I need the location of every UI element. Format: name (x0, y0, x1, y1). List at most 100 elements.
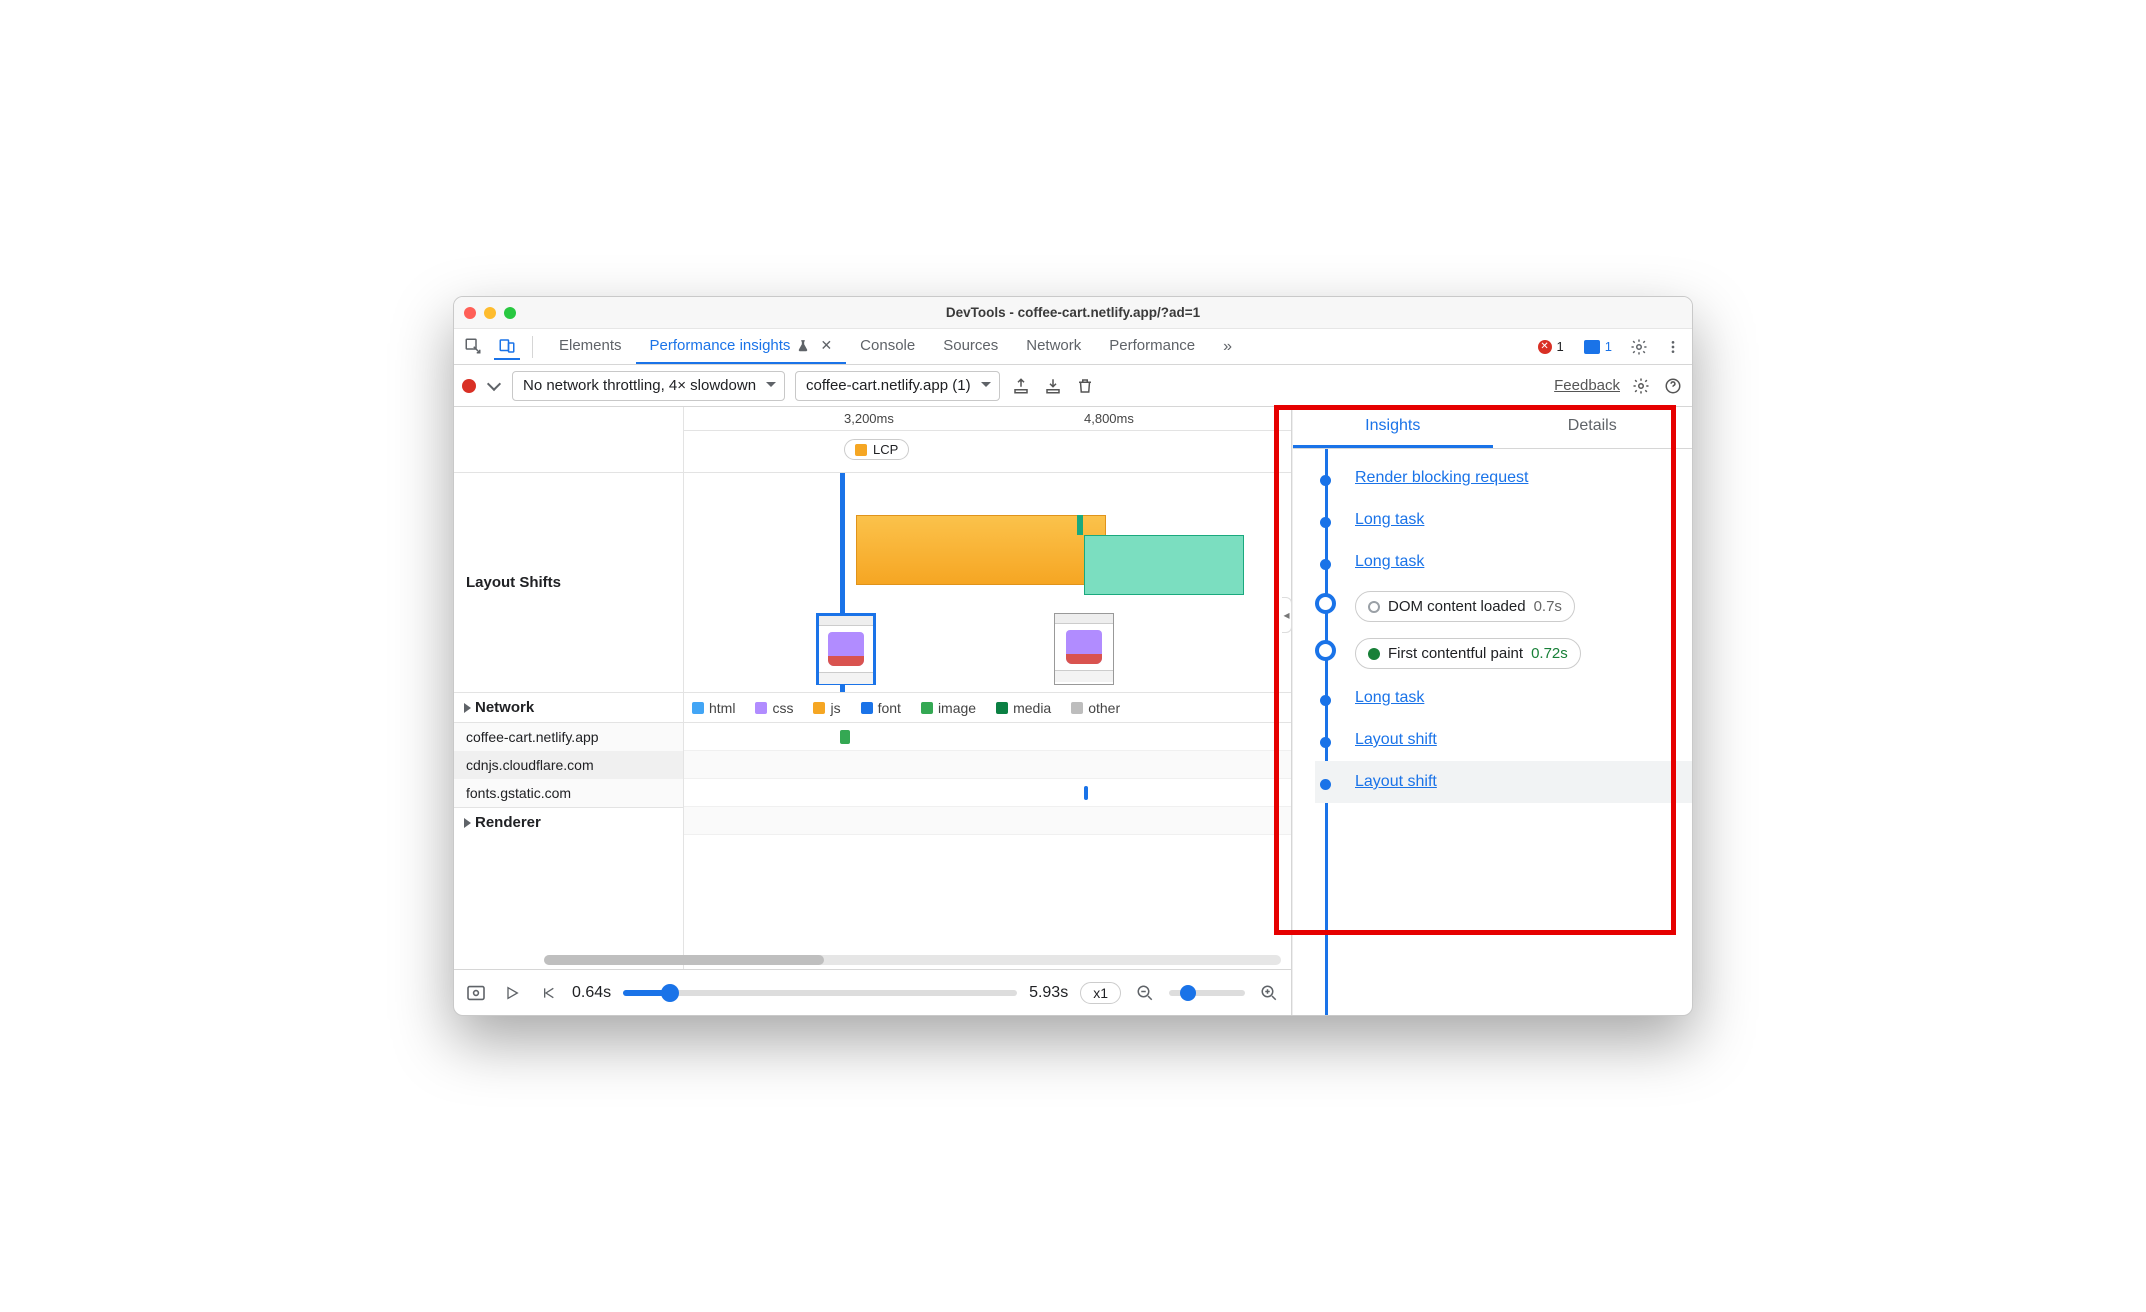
insight-link[interactable]: Long task (1355, 689, 1424, 706)
help-icon[interactable] (1662, 375, 1684, 397)
network-bar[interactable] (1084, 786, 1088, 800)
tab-sources[interactable]: Sources (929, 329, 1012, 364)
delete-icon[interactable] (1074, 375, 1096, 397)
network-host-row[interactable]: coffee-cart.netlify.app (454, 723, 683, 751)
frame-thumb-footer (1055, 670, 1113, 682)
legend-font: font (861, 700, 901, 716)
legend-label: other (1088, 700, 1120, 716)
lcp-color-swatch (855, 444, 867, 456)
horizontal-scrollbar[interactable] (544, 955, 1281, 965)
timeline-area[interactable]: Layout Shifts Network coffee-cart.netlif… (454, 407, 1291, 969)
tab-elements[interactable]: Elements (545, 329, 636, 364)
tab-performance[interactable]: Performance (1095, 329, 1209, 364)
reveal-icon[interactable] (464, 981, 488, 1005)
frame-thumb-footer (819, 672, 873, 684)
insights-tabs: Insights Details (1293, 407, 1692, 449)
zoom-slider[interactable] (1169, 990, 1245, 996)
zoom-level-pill[interactable]: x1 (1080, 982, 1121, 1004)
errors-count: 1 (1557, 339, 1564, 354)
insight-item[interactable]: Long task (1315, 541, 1692, 583)
insight-link[interactable]: Long task (1355, 511, 1424, 528)
zoom-slider-knob[interactable] (1180, 985, 1196, 1001)
legend-js: js (813, 700, 840, 716)
legend-media: media (996, 700, 1051, 716)
scrubber-knob[interactable] (661, 984, 679, 1002)
timeline-span-block[interactable] (1077, 515, 1083, 535)
insight-item[interactable]: Layout shift (1315, 719, 1692, 761)
errors-badge[interactable]: ✕ 1 (1532, 337, 1570, 356)
network-lane[interactable] (684, 779, 1291, 807)
legend-other: other (1071, 700, 1120, 716)
insight-item-selected[interactable]: Layout shift (1315, 761, 1692, 803)
tab-console[interactable]: Console (846, 329, 929, 364)
window-title: DevTools - coffee-cart.netlify.app/?ad=1 (454, 305, 1692, 320)
insight-link[interactable]: Layout shift (1355, 731, 1437, 748)
origin-select[interactable]: coffee-cart.netlify.app (1) (795, 371, 1000, 401)
toolbar-gear-icon[interactable] (1630, 375, 1652, 397)
lcp-span-block[interactable] (856, 515, 1106, 585)
tab-details[interactable]: Details (1493, 407, 1693, 448)
legend-swatch (1071, 702, 1083, 714)
network-bar[interactable] (840, 730, 850, 744)
inspect-element-icon[interactable] (460, 334, 486, 360)
insight-link[interactable]: Render blocking request (1355, 469, 1528, 486)
device-toolbar-icon[interactable] (494, 334, 520, 360)
feedback-link[interactable]: Feedback (1554, 377, 1620, 394)
close-tab-icon[interactable]: ✕ (820, 337, 832, 354)
lcp-chip[interactable]: LCP (844, 439, 909, 460)
network-host-row[interactable]: cdnjs.cloudflare.com (454, 751, 683, 779)
insight-milestone[interactable]: First contentful paint 0.72s (1315, 630, 1692, 677)
layout-shifts-row-label: Layout Shifts (454, 473, 683, 693)
import-icon[interactable] (1042, 375, 1064, 397)
timeline-body[interactable]: s 3,200ms 4,800ms LCP (684, 407, 1291, 969)
go-to-start-icon[interactable] (536, 981, 560, 1005)
messages-badge[interactable]: 1 (1578, 337, 1618, 356)
renderer-lane[interactable] (684, 807, 1291, 835)
record-button[interactable] (462, 379, 476, 393)
tab-network[interactable]: Network (1012, 329, 1095, 364)
disclosure-triangle-icon (464, 703, 471, 713)
record-menu-button[interactable] (486, 383, 502, 389)
network-host-row[interactable]: fonts.gstatic.com (454, 779, 683, 807)
tab-label: Console (860, 337, 915, 354)
insight-milestone[interactable]: DOM content loaded 0.7s (1315, 583, 1692, 630)
insight-link[interactable]: Long task (1355, 553, 1424, 570)
chevron-down-icon (487, 376, 501, 390)
renderer-row-header[interactable]: Renderer (454, 807, 683, 837)
settings-gear-icon[interactable] (1626, 334, 1652, 360)
scrollbar-thumb[interactable] (544, 955, 824, 965)
kebab-menu-icon[interactable] (1660, 334, 1686, 360)
play-icon[interactable] (500, 981, 524, 1005)
insight-item[interactable]: Long task (1315, 677, 1692, 719)
time-ruler: s 3,200ms 4,800ms (684, 407, 1291, 431)
network-legend: html css js font image media other (684, 693, 1291, 723)
timeline-span-block[interactable] (1084, 535, 1244, 595)
legend-swatch (861, 702, 873, 714)
zoom-in-icon[interactable] (1257, 981, 1281, 1005)
insight-item[interactable]: Long task (1315, 499, 1692, 541)
network-row-label: Network (475, 699, 534, 716)
panel-resize-handle[interactable]: ◂ (1282, 597, 1292, 633)
insights-list[interactable]: Render blocking request Long task Long t… (1293, 449, 1692, 1015)
filmstrip-frame-selected[interactable] (816, 613, 876, 685)
more-tabs-button[interactable]: » (1217, 338, 1238, 356)
network-row-header[interactable]: Network (454, 693, 683, 723)
tab-label: Details (1568, 417, 1617, 435)
timeline-scrubber[interactable] (623, 990, 1017, 996)
tab-insights[interactable]: Insights (1293, 407, 1493, 448)
export-icon[interactable] (1010, 375, 1032, 397)
tab-performance-insights[interactable]: Performance insights ✕ (636, 329, 847, 364)
network-lane[interactable] (684, 751, 1291, 779)
panel-body: Layout Shifts Network coffee-cart.netlif… (454, 407, 1692, 1015)
insight-item[interactable]: Render blocking request (1315, 457, 1692, 499)
lcp-chip-label: LCP (873, 442, 898, 457)
network-lane[interactable] (684, 723, 1291, 751)
zoom-out-icon[interactable] (1133, 981, 1157, 1005)
filmstrip-frame[interactable] (1054, 613, 1114, 685)
tab-label: Insights (1365, 417, 1420, 435)
legend-html: html (692, 700, 735, 716)
error-icon: ✕ (1538, 340, 1552, 354)
throttling-select[interactable]: No network throttling, 4× slowdown (512, 371, 785, 401)
tab-label: Network (1026, 337, 1081, 354)
insight-link[interactable]: Layout shift (1355, 773, 1437, 790)
